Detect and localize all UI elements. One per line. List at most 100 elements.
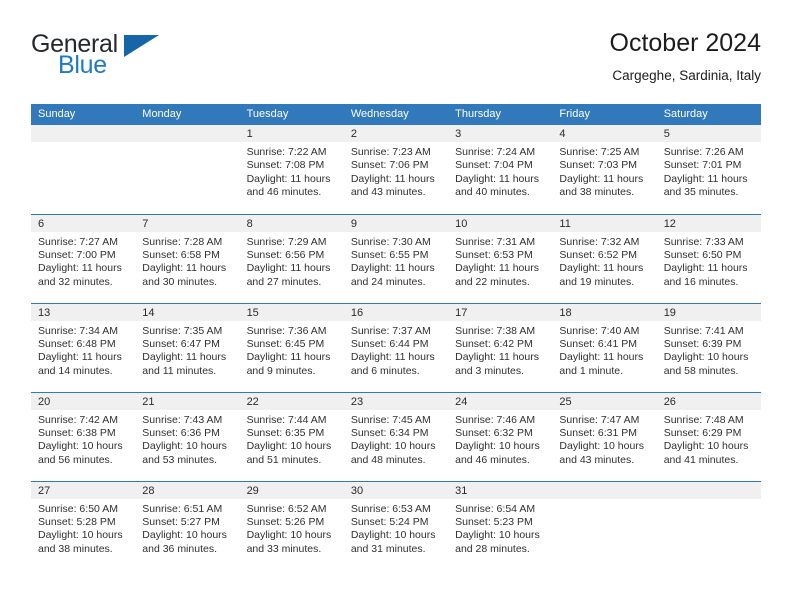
sunset-time: Sunset: 6:41 PM [559,337,638,350]
sunrise-time: Sunrise: 7:44 AM [246,413,327,426]
daylight-duration-line2: and 3 minutes. [455,364,525,377]
calendar-day-cell[interactable]: 28 Sunrise: 6:51 AM Sunset: 5:27 PM Dayligh… [135,480,240,571]
day-number: 14 [135,303,240,321]
sunset-time: Sunset: 6:44 PM [350,337,429,350]
calendar-day-cell[interactable]: 21 Sunrise: 7:43 AM Sunset: 6:36 PM Dayligh… [135,391,240,481]
daylight-duration-line2: and 27 minutes. [246,275,322,288]
calendar-day-cell[interactable]: 14 Sunrise: 7:35 AM Sunset: 6:47 PM Dayligh… [135,302,240,392]
calendar-day-cell[interactable]: 29 Sunrise: 6:52 AM Sunset: 5:26 PM Dayligh… [239,480,344,570]
calendar-day-cell[interactable]: 15 Sunrise: 7:36 AM Sunset: 6:45 PM Dayligh… [239,302,344,392]
daylight-duration-line2: and 31 minutes. [350,542,426,555]
daylight-duration-line2: and 14 minutes. [38,364,113,377]
daylight-duration-line2: and 16 minutes. [663,275,739,288]
sunset-time: Sunset: 6:38 PM [38,426,116,439]
calendar-day-cell[interactable]: 25 Sunrise: 7:47 AM Sunset: 6:31 PM Dayligh… [552,391,657,481]
day-cell-inner: 23 Sunrise: 7:45 AM Sunset: 6:34 PM Dayligh… [343,392,449,481]
calendar-day-cell[interactable]: 20 Sunrise: 7:42 AM Sunset: 6:38 PM Dayligh… [31,391,136,481]
sunrise-time: Sunrise: 7:30 AM [350,235,431,248]
sunrise-time: Sunrise: 7:25 AM [559,146,640,158]
day-number: 31 [448,481,553,499]
sunrise-time: Sunrise: 6:54 AM [455,502,536,515]
calendar-day-cell[interactable]: 4 Sunrise: 7:25 AM Sunset: 7:03 PM Daylight… [552,125,657,214]
sunrise-time: Sunrise: 7:42 AM [38,413,118,426]
day-number [31,125,136,142]
sunset-time: Sunset: 6:56 PM [246,248,325,261]
sunrise-time: Sunrise: 7:41 AM [663,324,744,337]
day-details: Sunrise: 6:50 AM Sunset: 5:28 PM Daylight:… [31,499,135,557]
sunrise-time: Sunrise: 7:29 AM [246,235,327,248]
calendar-day-cell[interactable]: 16 Sunrise: 7:37 AM Sunset: 6:44 PM Dayligh… [343,302,449,392]
daylight-duration-line2: and 56 minutes. [38,453,113,466]
calendar-day-cell[interactable]: 9 Sunrise: 7:30 AM Sunset: 6:55 PM Daylight… [343,213,449,303]
calendar-week-row: 6 Sunrise: 7:27 AM Sunset: 7:00 PM Daylight… [31,213,761,303]
calendar-day-cell[interactable]: 31 Sunrise: 6:54 AM Sunset: 5:23 PM Dayligh… [448,480,553,570]
day-details: Sunrise: 7:43 AM Sunset: 6:36 PM Daylight:… [135,410,239,468]
day-number: 17 [448,303,553,321]
day-number: 25 [552,392,657,410]
calendar-day-cell[interactable]: 6 Sunrise: 7:27 AM Sunset: 7:00 PM Daylight… [31,213,136,303]
day-cell-inner: 22 Sunrise: 7:44 AM Sunset: 6:35 PM Dayligh… [239,392,344,481]
calendar-day-cell[interactable]: 1 Sunrise: 7:22 AM Sunset: 7:08 PM Daylight… [239,125,344,214]
calendar-day-cell[interactable]: 2 Sunrise: 7:23 AM Sunset: 7:06 PM Daylight… [343,125,449,214]
day-number: 10 [448,214,553,232]
day-details: Sunrise: 7:23 AM Sunset: 7:06 PM Daylight:… [344,142,448,200]
sunrise-time: Sunrise: 7:27 AM [38,235,118,248]
day-details: Sunrise: 7:47 AM Sunset: 6:31 PM Daylight:… [552,410,656,468]
day-number: 18 [552,303,657,321]
calendar-day-cell[interactable]: 23 Sunrise: 7:45 AM Sunset: 6:34 PM Dayligh… [343,391,449,481]
sunrise-time: Sunrise: 7:38 AM [455,324,536,337]
calendar-day-cell[interactable]: 3 Sunrise: 7:24 AM Sunset: 7:04 PM Daylight… [448,125,553,214]
calendar-day-cell[interactable]: 12 Sunrise: 7:33 AM Sunset: 6:50 PM Dayligh… [656,213,761,303]
sunrise-time: Sunrise: 7:47 AM [559,413,640,426]
sunset-time: Sunset: 5:24 PM [350,515,429,528]
calendar-day-cell[interactable]: 8 Sunrise: 7:29 AM Sunset: 6:56 PM Daylight… [239,213,344,303]
day-cell-inner: 11 Sunrise: 7:32 AM Sunset: 6:52 PM Dayligh… [552,214,657,303]
day-number: 5 [656,125,761,142]
calendar-day-cell[interactable]: 7 Sunrise: 7:28 AM Sunset: 6:58 PM Daylight… [135,213,240,303]
calendar-day-cell[interactable]: 22 Sunrise: 7:44 AM Sunset: 6:35 PM Dayligh… [239,391,344,481]
day-number: 8 [239,214,344,232]
sunrise-time: Sunrise: 7:35 AM [142,324,223,337]
daylight-duration-line1: Daylight: 11 hours [455,351,539,364]
sunset-time: Sunset: 6:48 PM [38,337,116,350]
calendar-day-cell[interactable]: 26 Sunrise: 7:48 AM Sunset: 6:29 PM Dayligh… [656,391,761,481]
sunrise-time: Sunrise: 7:46 AM [455,413,536,426]
daylight-duration-line2: and 30 minutes. [142,275,217,288]
daylight-duration-line2: and 19 minutes. [559,275,635,288]
sunrise-time: Sunrise: 7:33 AM [663,235,744,248]
day-details: Sunrise: 6:52 AM Sunset: 5:26 PM Daylight:… [240,499,344,557]
calendar-day-cell[interactable]: 18 Sunrise: 7:40 AM Sunset: 6:41 PM Dayligh… [552,302,657,392]
calendar-week-row: 27 Sunrise: 6:50 AM Sunset: 5:28 PM Dayligh… [31,480,761,571]
day-details: Sunrise: 7:35 AM Sunset: 6:47 PM Daylight:… [135,321,239,379]
day-number: 22 [239,392,344,410]
day-number: 27 [31,481,136,499]
day-details: Sunrise: 7:48 AM Sunset: 6:29 PM Daylight:… [657,410,761,468]
calendar-day-cell[interactable]: 10 Sunrise: 7:31 AM Sunset: 6:53 PM Dayligh… [448,213,553,303]
calendar-day-cell[interactable]: 24 Sunrise: 7:46 AM Sunset: 6:32 PM Dayligh… [448,391,553,481]
daylight-duration-line1: Daylight: 10 hours [142,529,227,542]
day-details: Sunrise: 7:25 AM Sunset: 7:03 PM Daylight:… [552,142,656,200]
daylight-duration-line2: and 22 minutes. [455,275,530,288]
calendar-day-cell[interactable]: 30 Sunrise: 6:53 AM Sunset: 5:24 PM Dayligh… [343,480,449,570]
day-number: 11 [552,214,657,232]
sunrise-time: Sunrise: 7:24 AM [455,146,536,158]
day-cell-inner: 21 Sunrise: 7:43 AM Sunset: 6:36 PM Dayligh… [135,392,240,481]
calendar-day-cell[interactable]: 11 Sunrise: 7:32 AM Sunset: 6:52 PM Dayligh… [552,213,657,303]
day-number [135,125,240,142]
calendar-day-cell[interactable]: 5 Sunrise: 7:26 AM Sunset: 7:01 PM Daylight… [656,125,761,214]
day-details: Sunrise: 7:28 AM Sunset: 6:58 PM Daylight:… [135,232,239,290]
sunset-time: Sunset: 6:32 PM [455,426,533,439]
calendar-day-cell[interactable]: 27 Sunrise: 6:50 AM Sunset: 5:28 PM Dayligh… [31,480,136,570]
sunset-time: Sunset: 7:03 PM [559,159,638,172]
sunset-time: Sunset: 6:47 PM [142,337,220,350]
daylight-duration-line2: and 58 minutes. [663,364,739,377]
daylight-duration-line2: and 24 minutes. [350,275,426,288]
calendar-day-cell[interactable]: 13 Sunrise: 7:34 AM Sunset: 6:48 PM Dayligh… [31,302,136,392]
day-details: Sunrise: 7:22 AM Sunset: 7:08 PM Daylight:… [240,142,344,200]
sunset-time: Sunset: 5:28 PM [38,515,116,528]
calendar-day-cell[interactable]: 17 Sunrise: 7:38 AM Sunset: 6:42 PM Dayligh… [448,302,553,392]
day-cell-inner: 28 Sunrise: 6:51 AM Sunset: 5:27 PM Dayligh… [135,481,240,571]
daylight-duration-line1: Daylight: 11 hours [246,172,331,185]
calendar-day-cell[interactable]: 19 Sunrise: 7:41 AM Sunset: 6:39 PM Dayligh… [656,302,761,392]
day-cell-inner [656,481,761,571]
